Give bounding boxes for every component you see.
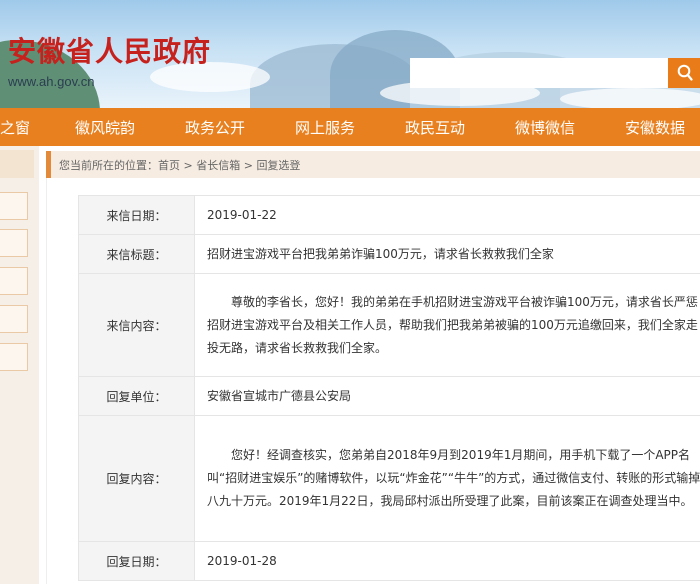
main-nav: 之窗 徽风皖韵 政务公开 网上服务 政民互动 微博微信 安徽数据: [0, 108, 700, 146]
sidebar-header: [0, 150, 34, 178]
nav-item-online-service[interactable]: 网上服务: [295, 117, 355, 138]
letter-content-label: 来信内容：: [78, 273, 195, 377]
breadcrumb: 您当前所在的位置：首页 > 省长信箱 > 回复选登: [59, 157, 300, 173]
reply-unit-value: 安徽省宣城市广德县公安局: [194, 376, 700, 416]
sidebar-item[interactable]: [0, 343, 28, 371]
header-banner: 安徽省人民政府 www.ah.gov.cn: [0, 0, 700, 108]
table-row: 来信日期： 2019-01-22: [78, 195, 700, 235]
table-row: 来信内容： 尊敬的李省长，您好！我的弟弟在手机招财进宝游戏平台被诈骗100万元，…: [78, 273, 700, 377]
site-title[interactable]: 安徽省人民政府: [8, 30, 211, 70]
nav-item-window[interactable]: 之窗: [0, 117, 30, 138]
sidebar-item[interactable]: [0, 267, 28, 295]
nav-item-weibo-wechat[interactable]: 微博微信: [515, 117, 575, 138]
reply-date-label: 回复日期：: [78, 541, 195, 581]
breadcrumb-separator: >: [180, 159, 197, 172]
letter-content-cell: 尊敬的李省长，您好！我的弟弟在手机招财进宝游戏平台被诈骗100万元，请求省长严惩…: [194, 273, 700, 377]
nav-item-gov-affairs[interactable]: 政务公开: [185, 117, 245, 138]
reply-date-value: 2019-01-28: [194, 541, 700, 581]
banner-cloud: [560, 88, 700, 108]
letter-date-label: 来信日期：: [78, 195, 195, 235]
breadcrumb-mailbox-link[interactable]: 省长信箱: [196, 159, 240, 172]
table-row: 来信标题： 招财进宝游戏平台把我弟弟诈骗100万元，请求省长救救我们全家: [78, 234, 700, 274]
reply-content-label: 回复内容：: [78, 415, 195, 542]
letter-date-value: 2019-01-22: [194, 195, 700, 235]
letter-detail-table: 来信日期： 2019-01-22 来信标题： 招财进宝游戏平台把我弟弟诈骗100…: [78, 195, 700, 581]
sidebar-item[interactable]: [0, 305, 28, 333]
sidebar-item[interactable]: [0, 229, 28, 257]
letter-subject-value: 招财进宝游戏平台把我弟弟诈骗100万元，请求省长救救我们全家: [194, 234, 700, 274]
search-button[interactable]: [668, 58, 700, 88]
reply-content-text: 您好！经调查核实，您弟弟自2018年9月到2019年1月期间，用手机下载了一个A…: [207, 448, 700, 508]
reply-unit-label: 回复单位：: [78, 376, 195, 416]
breadcrumb-home-link[interactable]: 首页: [158, 159, 180, 172]
reply-content-cell: 您好！经调查核实，您弟弟自2018年9月到2019年1月期间，用手机下载了一个A…: [194, 415, 700, 542]
table-row: 回复内容： 您好！经调查核实，您弟弟自2018年9月到2019年1月期间，用手机…: [78, 415, 700, 542]
table-row: 回复单位： 安徽省宣城市广德县公安局: [78, 376, 700, 416]
breadcrumb-marker: [46, 151, 51, 178]
breadcrumb-current-link[interactable]: 回复选登: [256, 159, 300, 172]
search-icon: [677, 64, 693, 81]
breadcrumb-prefix: 您当前所在的位置：: [59, 159, 158, 172]
letter-content-text: 尊敬的李省长，您好！我的弟弟在手机招财进宝游戏平台被诈骗100万元，请求省长严惩…: [207, 294, 698, 355]
nav-item-interaction[interactable]: 政民互动: [405, 117, 465, 138]
search-input[interactable]: [410, 58, 668, 88]
site-url[interactable]: www.ah.gov.cn: [8, 74, 94, 89]
breadcrumb-separator: >: [240, 159, 257, 172]
table-row: 回复日期： 2019-01-28: [78, 541, 700, 581]
nav-item-culture[interactable]: 徽风皖韵: [75, 117, 135, 138]
sidebar-item[interactable]: [0, 192, 28, 220]
letter-subject-label: 来信标题：: [78, 234, 195, 274]
nav-item-data[interactable]: 安徽数据: [625, 117, 685, 138]
